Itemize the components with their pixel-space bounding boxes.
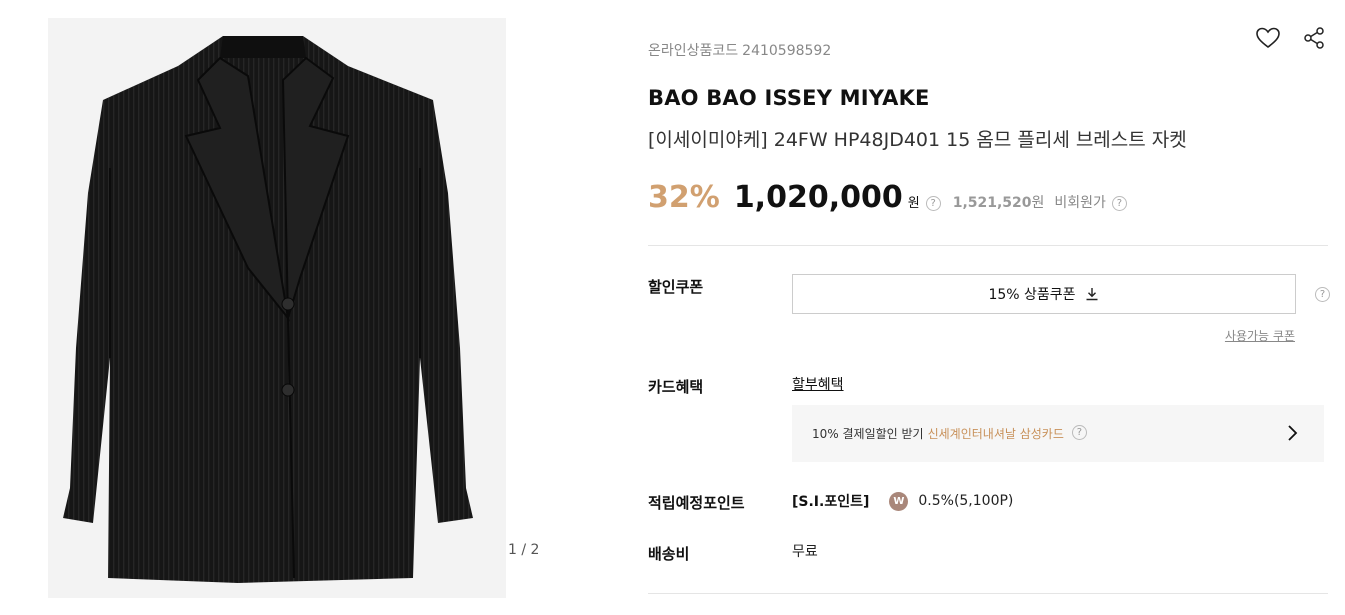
card-benefit-banner[interactable]: 10% 결제일할인 받기 신세계인터내셔날 삼성카드 ? [792,405,1324,462]
jacket-image [48,18,506,598]
wishlist-button[interactable] [1254,24,1282,52]
card-benefit-text: 10% 결제일할인 받기 [812,427,924,441]
product-info: 온라인상품코드 2410598592 BAO BAO ISSEY MIYAKE [… [648,0,1330,615]
product-gallery: 1 / 2 [0,0,560,615]
nonmember-price-label: 비회원가 [1054,195,1106,211]
product-code-label: 온라인상품코드 [648,43,739,59]
points-row: [S.I.포인트] W 0.5%(5,100P) [792,491,1013,511]
original-price: 1,521,520원 [953,192,1045,212]
discount-rate: 32% [648,180,720,215]
shipping-label: 배송비 [648,545,690,563]
image-counter: 1 / 2 [508,542,540,558]
points-program: [S.I.포인트] [792,494,870,510]
installment-benefit-link[interactable]: 할부혜택 [792,374,844,394]
brand-name[interactable]: BAO BAO ISSEY MIYAKE [648,86,930,110]
coupon-label: 할인쿠폰 [648,278,704,296]
coupon-help-icon[interactable]: ? [1315,287,1330,302]
heart-icon [1256,27,1280,49]
nonmember-help-icon[interactable]: ? [1111,196,1127,211]
card-benefit-highlight: 신세계인터내셔날 삼성카드 [927,427,1064,441]
points-value: 0.5%(5,100P) [918,493,1014,509]
price-row: 32% 1,020,000 원 ? 1,521,520원 비회원가 ? [648,180,1127,215]
product-code: 온라인상품코드 2410598592 [648,40,831,60]
original-price-value: 1,521,520 [952,195,1032,211]
product-code-value: 2410598592 [742,43,832,59]
divider [648,245,1328,246]
coupon-download-button[interactable]: 15% 상품쿠폰 [792,274,1296,314]
chevron-right-icon [1286,424,1298,445]
product-image[interactable] [48,18,506,598]
share-icon [1304,27,1324,49]
download-icon [1084,286,1100,302]
coupon-button-label: 15% 상품쿠폰 [988,287,1076,303]
available-coupons-link[interactable]: 사용가능 쿠폰 [1225,327,1295,344]
price-help-icon[interactable]: ? [925,196,941,211]
shipping-value: 무료 [792,544,818,560]
share-button[interactable] [1300,24,1328,52]
sale-price: 1,020,000 [733,180,903,215]
card-benefit-label: 카드혜택 [648,378,704,396]
points-label: 적립예정포인트 [648,494,745,512]
card-help-icon[interactable]: ? [1071,425,1087,440]
sale-price-unit: 원 [907,196,920,211]
divider-bottom [648,593,1328,594]
w-point-badge-icon: W [889,491,909,511]
action-icons [1254,24,1328,52]
original-price-unit: 원 [1031,195,1045,211]
product-name: [이세이미야케] 24FW HP48JD401 15 옴므 플리세 브레스트 자… [648,129,1187,151]
